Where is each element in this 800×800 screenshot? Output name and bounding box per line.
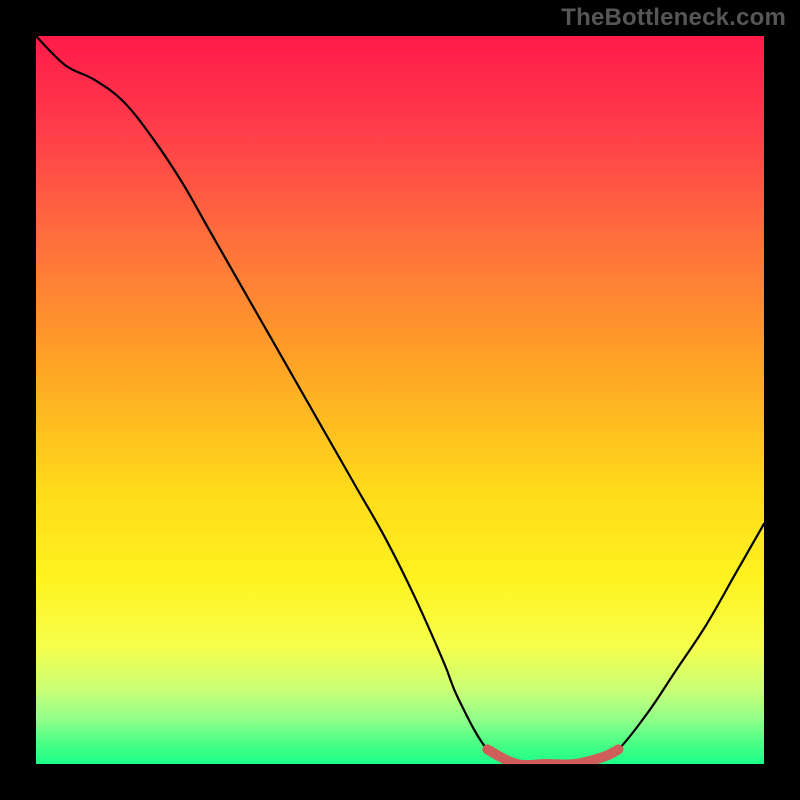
chart-frame: TheBottleneck.com (0, 0, 800, 800)
optimal-range-highlight (487, 749, 618, 764)
watermark-text: TheBottleneck.com (561, 4, 786, 32)
curve-layer (36, 36, 764, 764)
plot-area (36, 36, 764, 764)
bottleneck-curve (36, 36, 764, 764)
